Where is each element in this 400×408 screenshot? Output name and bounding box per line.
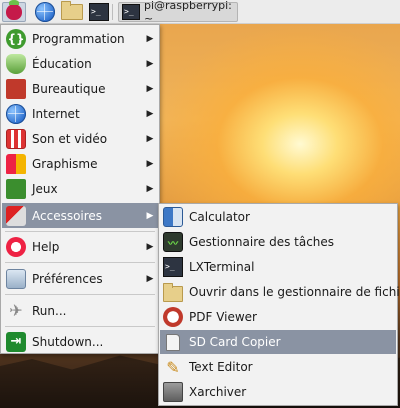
chevron-right-icon: ▶ [146, 183, 154, 194]
menu-item-son-et-video[interactable]: Son et vidéo ▶ [2, 126, 158, 151]
submenu-item-label: SD Card Copier [189, 335, 281, 349]
text-editor-icon: ✎ [166, 357, 180, 377]
terminal-icon: >_ [163, 257, 183, 277]
taskbar-separator [112, 4, 113, 20]
menu-item-label: Programmation [32, 31, 125, 46]
preferences-icon [6, 268, 26, 289]
submenu-item-calculator[interactable]: Calculator [160, 205, 396, 229]
file-manager-launcher[interactable] [60, 1, 84, 22]
submenu-item-task-manager[interactable]: 〰 Gestionnaire des tâches [160, 230, 396, 254]
graphics-icon [6, 153, 26, 174]
chevron-right-icon: ▶ [146, 83, 154, 94]
submenu-item-xarchiver[interactable]: Xarchiver [160, 380, 396, 404]
menu-item-programmation[interactable]: {} Programmation ▶ [2, 26, 158, 51]
raspberry-pi-icon [6, 0, 22, 20]
submenu-item-label: Ouvrir dans le gestionnaire de fichiers [189, 285, 400, 299]
accessories-submenu: Calculator 〰 Gestionnaire des tâches >_ … [158, 203, 400, 406]
folder-icon [163, 282, 183, 302]
menu-item-label: Jeux [32, 181, 58, 196]
chevron-right-icon: ▶ [146, 241, 154, 252]
pdf-viewer-icon [163, 307, 183, 327]
terminal-icon: >_ [122, 4, 140, 20]
submenu-item-open-file-manager[interactable]: Ouvrir dans le gestionnaire de fichiers [160, 280, 400, 304]
menu-separator [5, 231, 155, 232]
menu-item-preferences[interactable]: Préférences ▶ [2, 266, 158, 291]
internet-icon [6, 103, 26, 124]
menu-item-label: Éducation [32, 56, 92, 71]
education-icon [6, 53, 26, 74]
accessories-icon [6, 205, 26, 226]
application-menu: {} Programmation ▶ Éducation ▶ Bureautiq… [0, 24, 160, 354]
submenu-item-label: PDF Viewer [189, 310, 257, 324]
submenu-item-label: LXTerminal [189, 260, 255, 274]
menu-item-bureautique[interactable]: Bureautique ▶ [2, 76, 158, 101]
menu-item-run[interactable]: ✈ Run... [2, 298, 158, 323]
menu-item-label: Graphisme [32, 156, 98, 171]
shutdown-icon: ⇥ [6, 331, 26, 352]
menu-separator [5, 262, 155, 263]
submenu-item-label: Text Editor [189, 360, 253, 374]
submenu-item-label: Calculator [189, 210, 250, 224]
application-menu-button[interactable] [2, 0, 26, 22]
menu-item-label: Internet [32, 106, 80, 121]
submenu-item-text-editor[interactable]: ✎ Text Editor [160, 355, 396, 379]
menu-item-label: Run... [32, 303, 67, 318]
taskbar-window-button[interactable]: >_ pi@raspberrypi: ~ [118, 0, 238, 25]
menu-separator [5, 326, 155, 327]
menu-item-accessoires[interactable]: Accessoires ▶ [2, 203, 158, 228]
menu-item-label: Son et vidéo [32, 131, 108, 146]
sound-video-icon [6, 128, 26, 149]
archive-icon [163, 382, 183, 402]
menu-item-internet[interactable]: Internet ▶ [2, 101, 158, 126]
menu-item-jeux[interactable]: Jeux ▶ [2, 176, 158, 201]
terminal-launcher[interactable]: >_ [88, 2, 110, 22]
submenu-item-lxterminal[interactable]: >_ LXTerminal [160, 255, 396, 279]
menu-item-graphisme[interactable]: Graphisme ▶ [2, 151, 158, 176]
taskbar-window-title: pi@raspberrypi: ~ [144, 0, 232, 25]
games-icon [6, 178, 26, 199]
run-icon: ✈ [9, 301, 23, 320]
menu-item-label: Accessoires [32, 208, 103, 223]
taskbar: >_ >_ pi@raspberrypi: ~ [0, 0, 400, 25]
task-manager-icon: 〰 [163, 232, 183, 252]
terminal-icon: >_ [89, 3, 109, 21]
chevron-right-icon: ▶ [146, 133, 154, 144]
help-icon [6, 236, 26, 257]
menu-item-shutdown[interactable]: ⇥ Shutdown... [2, 329, 158, 354]
submenu-item-label: Gestionnaire des tâches [189, 235, 335, 249]
menu-item-education[interactable]: Éducation ▶ [2, 51, 158, 76]
chevron-right-icon: ▶ [146, 58, 154, 69]
menu-item-label: Shutdown... [32, 334, 104, 349]
chevron-right-icon: ▶ [146, 33, 154, 44]
globe-icon [35, 2, 55, 22]
folder-icon [61, 1, 83, 20]
chevron-right-icon: ▶ [146, 273, 154, 284]
menu-item-label: Préférences [32, 271, 103, 286]
submenu-item-label: Xarchiver [189, 385, 247, 399]
office-icon [6, 78, 26, 99]
programming-icon: {} [6, 28, 26, 49]
submenu-item-pdf-viewer[interactable]: PDF Viewer [160, 305, 396, 329]
menu-separator [5, 294, 155, 295]
chevron-right-icon: ▶ [146, 210, 154, 221]
submenu-item-sd-card-copier[interactable]: SD Card Copier [160, 330, 396, 354]
sd-card-icon [166, 333, 180, 351]
menu-item-help[interactable]: Help ▶ [2, 234, 158, 259]
chevron-right-icon: ▶ [146, 108, 154, 119]
menu-item-label: Help [32, 239, 60, 254]
web-browser-launcher[interactable] [34, 2, 56, 22]
menu-item-label: Bureautique [32, 81, 106, 96]
chevron-right-icon: ▶ [146, 158, 154, 169]
calculator-icon [163, 207, 183, 227]
